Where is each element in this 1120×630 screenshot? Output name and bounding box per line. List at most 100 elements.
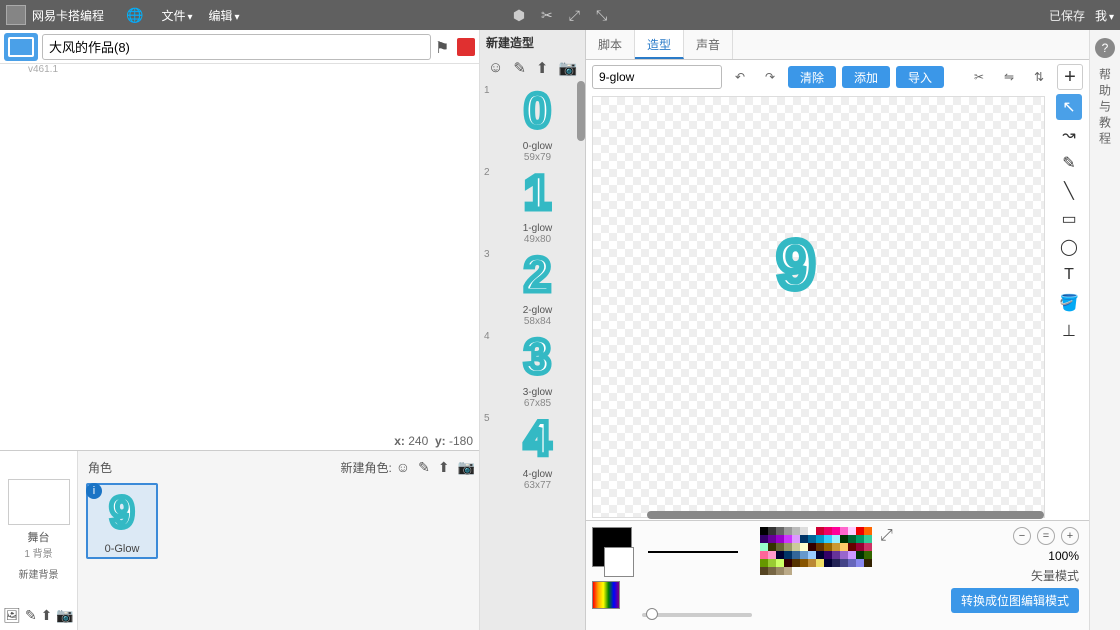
sprite-paint-icon[interactable]: ✎ (418, 459, 430, 476)
line-tool-icon[interactable]: ╲ (1056, 178, 1082, 204)
palette-swatch[interactable] (792, 527, 800, 535)
palette-swatch[interactable] (864, 559, 872, 567)
palette-swatch[interactable] (760, 559, 768, 567)
palette-swatch[interactable] (808, 543, 816, 551)
palette-swatch[interactable] (800, 559, 808, 567)
add-button[interactable]: 添加 (842, 66, 890, 88)
palette-swatch[interactable] (824, 559, 832, 567)
fill-tool-icon[interactable]: 🪣 (1056, 290, 1082, 316)
help-icon[interactable]: ? (1095, 38, 1115, 58)
globe-icon[interactable]: 🌐 (126, 7, 143, 24)
palette-swatch[interactable] (824, 543, 832, 551)
costume-item[interactable]: 2 1 1-glow 49x80 (484, 165, 581, 245)
grow-icon[interactable]: ⤢ (569, 7, 580, 24)
palette-swatch[interactable] (824, 527, 832, 535)
costume-item[interactable]: 3 2 2-glow 58x84 (484, 247, 581, 327)
palette-swatch[interactable] (800, 551, 808, 559)
palette-swatch[interactable] (848, 543, 856, 551)
sprite-thumbnail[interactable]: i 9 0-Glow (86, 483, 158, 559)
palette-swatch[interactable] (840, 527, 848, 535)
secondary-color-swatch[interactable] (604, 547, 634, 577)
redo-icon[interactable]: ↷ (758, 65, 782, 89)
palette-swatch[interactable] (784, 567, 792, 575)
palette-swatch[interactable] (864, 527, 872, 535)
palette-swatch[interactable] (840, 535, 848, 543)
edit-menu[interactable]: 编辑 (209, 7, 240, 24)
backdrop-upload-icon[interactable]: ⬆ (41, 607, 53, 624)
palette-swatch[interactable] (856, 535, 864, 543)
undo-icon[interactable]: ↶ (728, 65, 752, 89)
stage-sprite[interactable]: 9 (236, 224, 243, 291)
zoom-reset-icon[interactable]: = (1037, 527, 1055, 545)
palette-swatch[interactable] (808, 559, 816, 567)
palette-swatch[interactable] (776, 551, 784, 559)
palette-swatch[interactable] (760, 543, 768, 551)
project-title-input[interactable] (42, 34, 431, 60)
stage-thumbnail[interactable] (8, 479, 70, 525)
crop-icon[interactable]: ✂ (967, 65, 991, 89)
palette-swatch[interactable] (800, 527, 808, 535)
palette-swatch[interactable] (808, 551, 816, 559)
palette-swatch[interactable] (760, 567, 768, 575)
text-tool-icon[interactable]: T (1056, 262, 1082, 288)
costume-list[interactable]: 1 0 0-glow 59x79 2 1 1-glow 49x80 3 2 2-… (480, 81, 585, 630)
clear-button[interactable]: 清除 (788, 66, 836, 88)
stage[interactable]: v461.1 9 x: 240 y: -180 (0, 64, 479, 450)
backdrop-camera-icon[interactable]: 📷 (56, 607, 73, 624)
palette-swatch[interactable] (792, 559, 800, 567)
palette-swatch[interactable] (864, 551, 872, 559)
palette-swatch[interactable] (784, 527, 792, 535)
palette-swatch[interactable] (856, 551, 864, 559)
convert-mode-button[interactable]: 转换成位图编辑模式 (951, 588, 1079, 613)
shrink-icon[interactable]: ⤡ (596, 7, 607, 24)
palette-swatch[interactable] (856, 527, 864, 535)
palette-swatch[interactable] (816, 527, 824, 535)
palette-swatch[interactable] (840, 543, 848, 551)
zoom-out-icon[interactable]: − (1013, 527, 1031, 545)
palette-swatch[interactable] (792, 535, 800, 543)
tab-costumes[interactable]: 造型 (635, 30, 684, 59)
palette-swatch[interactable] (792, 543, 800, 551)
palette-swatch[interactable] (840, 559, 848, 567)
select-tool-icon[interactable]: ↖ (1056, 94, 1082, 120)
flip-h-icon[interactable]: ⇋ (997, 65, 1021, 89)
palette-swatch[interactable] (824, 535, 832, 543)
costume-library-icon[interactable]: ☺ (488, 59, 503, 77)
palette-swatch[interactable] (784, 559, 792, 567)
palette-swatch[interactable] (816, 551, 824, 559)
palette-swatch[interactable] (776, 567, 784, 575)
palette-swatch[interactable] (832, 559, 840, 567)
stop-button[interactable] (457, 38, 475, 56)
palette-swatch[interactable] (856, 543, 864, 551)
palette-swatch[interactable] (832, 551, 840, 559)
account-menu[interactable]: 我 (1095, 7, 1114, 24)
color-palette[interactable] (760, 527, 872, 624)
stamp-icon[interactable]: ⬢ (513, 7, 525, 24)
backdrop-paint-icon[interactable]: ✎ (25, 607, 37, 624)
costume-item[interactable]: 4 3 3-glow 67x85 (484, 329, 581, 409)
cut-icon[interactable]: ✂ (541, 7, 553, 24)
backdrop-library-icon[interactable]: 🖼 (3, 607, 21, 624)
palette-swatch[interactable] (776, 543, 784, 551)
stamp-tool-icon[interactable]: ⊥ (1056, 318, 1082, 344)
scrollbar[interactable] (577, 81, 585, 141)
palette-swatch[interactable] (768, 543, 776, 551)
import-button[interactable]: 导入 (896, 66, 944, 88)
palette-swatch[interactable] (832, 527, 840, 535)
costume-camera-icon[interactable]: 📷 (558, 59, 577, 77)
palette-swatch[interactable] (776, 559, 784, 567)
palette-swatch[interactable] (784, 551, 792, 559)
costume-paint-icon[interactable]: ✎ (513, 59, 526, 77)
palette-swatch[interactable] (768, 535, 776, 543)
palette-swatch[interactable] (768, 559, 776, 567)
palette-swatch[interactable] (760, 551, 768, 559)
palette-swatch[interactable] (768, 527, 776, 535)
palette-swatch[interactable] (848, 551, 856, 559)
palette-swatch[interactable] (800, 535, 808, 543)
palette-swatch[interactable] (776, 535, 784, 543)
color-picker-icon[interactable] (592, 581, 620, 609)
palette-swatch[interactable] (824, 551, 832, 559)
palette-swatch[interactable] (784, 535, 792, 543)
center-icon[interactable]: + (1057, 64, 1083, 90)
oval-tool-icon[interactable]: ◯ (1056, 234, 1082, 260)
